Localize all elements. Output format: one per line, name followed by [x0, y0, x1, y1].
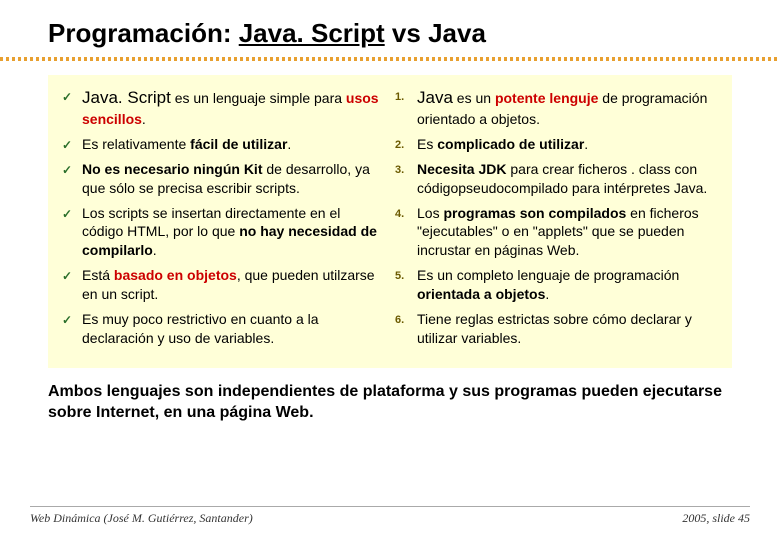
list-item: 1. Java es un potente lenguje de program…: [395, 87, 718, 129]
list-item: Es relativamente fácil de utilizar.: [62, 135, 385, 154]
list-item: 5. Es un completo lenguaje de programaci…: [395, 266, 718, 304]
footer-author: Web Dinámica (José M. Gutiérrez, Santand…: [30, 511, 253, 526]
summary-text: Ambos lenguajes son independientes de pl…: [48, 382, 732, 424]
list-item: Está basado en objetos, que pueden utilz…: [62, 266, 385, 304]
list-item: 6. Tiene reglas estrictas sobre cómo dec…: [395, 310, 718, 348]
list-item: 4. Los programas son compilados en fiche…: [395, 204, 718, 261]
title-prefix: Programación:: [48, 18, 239, 48]
comparison-box: Java. Script es un lenguaje simple para …: [48, 75, 732, 368]
list-item: Es muy poco restrictivo en cuanto a la d…: [62, 310, 385, 348]
list-item: Java. Script es un lenguaje simple para …: [62, 87, 385, 129]
divider-stripe: [0, 57, 780, 61]
java-list: 1. Java es un potente lenguje de program…: [395, 87, 718, 348]
list-number: 4.: [395, 207, 404, 222]
title-underlined: Java. Script: [239, 18, 385, 48]
footer-page: 2005, slide 45: [682, 511, 750, 526]
slide-footer: Web Dinámica (José M. Gutiérrez, Santand…: [0, 506, 780, 526]
page-title: Programación: Java. Script vs Java: [0, 18, 780, 49]
javascript-column: Java. Script es un lenguaje simple para …: [62, 87, 385, 354]
javascript-list: Java. Script es un lenguaje simple para …: [62, 87, 385, 348]
list-item: Los scripts se insertan directamente en …: [62, 204, 385, 261]
footer-line: Web Dinámica (José M. Gutiérrez, Santand…: [30, 506, 750, 526]
list-item: 2. Es complicado de utilizar.: [395, 135, 718, 154]
list-number: 3.: [395, 163, 404, 178]
list-number: 5.: [395, 269, 404, 284]
list-number: 6.: [395, 313, 404, 328]
lead-term: Java. Script: [82, 88, 171, 107]
lead-term: Java: [417, 88, 453, 107]
slide: Programación: Java. Script vs Java Java.…: [0, 0, 780, 540]
title-suffix: vs Java: [385, 18, 486, 48]
java-column: 1. Java es un potente lenguje de program…: [395, 87, 718, 354]
list-number: 2.: [395, 138, 404, 153]
list-number: 1.: [395, 90, 404, 105]
list-item: 3. Necesita JDK para crear ficheros . cl…: [395, 160, 718, 198]
list-item: No es necesario ningún Kit de desarrollo…: [62, 160, 385, 198]
